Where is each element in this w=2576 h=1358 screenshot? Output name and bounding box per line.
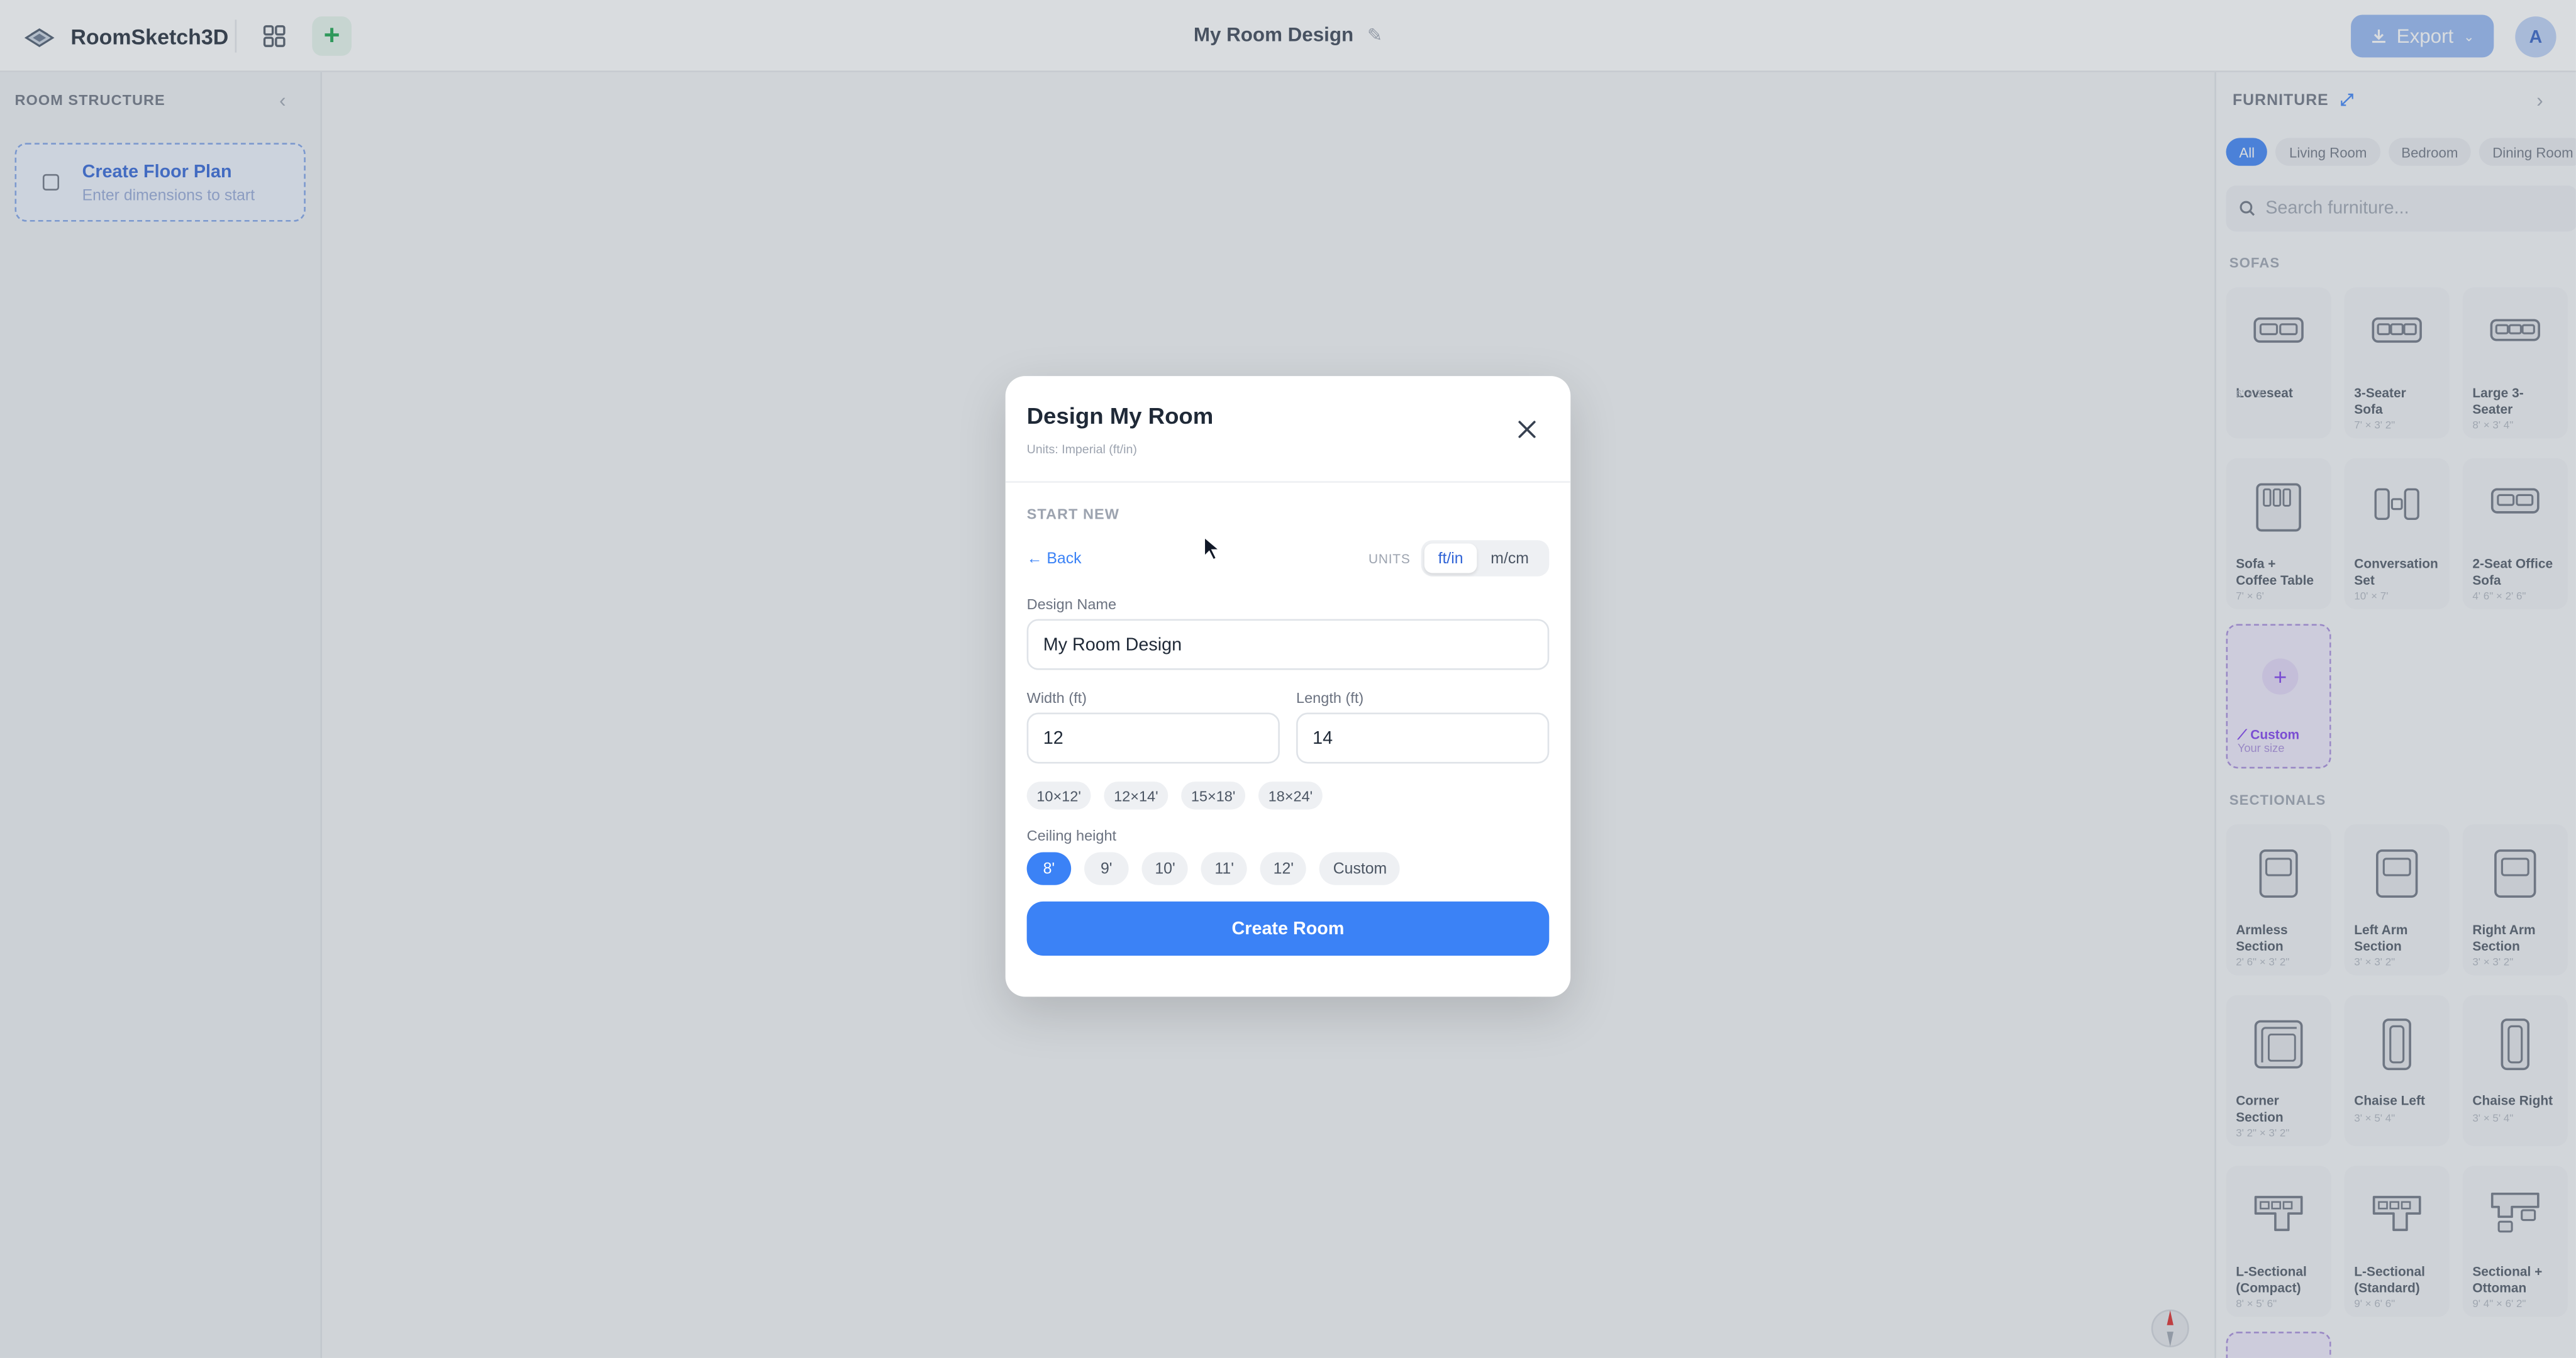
unit-m-cm[interactable]: m/cm	[1477, 544, 1542, 573]
ceiling-11[interactable]: 11'	[1201, 852, 1247, 885]
length-input[interactable]	[1296, 712, 1550, 764]
preset-10x12[interactable]: 10×12'	[1026, 781, 1091, 810]
ceiling-height-options: 8' 9' 10' 11' 12' Custom	[1026, 852, 1401, 885]
preset-12x14[interactable]: 12×14'	[1104, 781, 1169, 810]
design-room-dialog: Design My Room Units: Imperial (ft/in) S…	[1005, 376, 1571, 997]
app-root: RoomSketch3D + My Room Design ✎ Export ⌄…	[0, 0, 2576, 1358]
ceiling-10[interactable]: 10'	[1141, 852, 1189, 885]
mouse-cursor-icon	[1203, 535, 1223, 561]
length-label: Length (ft)	[1296, 689, 1364, 707]
design-name-label: Design Name	[1026, 596, 1117, 613]
width-label: Width (ft)	[1026, 689, 1087, 707]
units-label: UNITS	[1368, 551, 1411, 567]
ceiling-12[interactable]: 12'	[1260, 852, 1307, 885]
ceiling-9[interactable]: 9'	[1084, 852, 1129, 885]
design-name-input[interactable]	[1026, 619, 1550, 670]
back-link[interactable]: ← Back	[1027, 550, 1082, 568]
create-room-button[interactable]: Create Room	[1026, 901, 1550, 956]
width-input[interactable]	[1026, 712, 1280, 764]
close-icon	[1518, 420, 1535, 438]
close-button[interactable]	[1511, 414, 1541, 443]
dialog-subtitle: Units: Imperial (ft/in)	[1026, 441, 1137, 457]
ceiling-height-label: Ceiling height	[1026, 827, 1117, 844]
preset-15x18[interactable]: 15×18'	[1181, 781, 1246, 810]
section-label: START NEW	[1026, 505, 1120, 522]
units-toggle: ft/in m/cm	[1421, 540, 1550, 577]
dialog-divider	[1005, 481, 1571, 483]
unit-ft-in[interactable]: ft/in	[1424, 543, 1477, 573]
dialog-title: Design My Room	[1026, 402, 1214, 429]
ceiling-8[interactable]: 8'	[1026, 852, 1072, 885]
size-presets: 10×12' 12×14' 15×18' 18×24'	[1026, 781, 1323, 810]
ceiling-custom[interactable]: Custom	[1319, 852, 1401, 885]
preset-18x24[interactable]: 18×24'	[1258, 781, 1323, 810]
